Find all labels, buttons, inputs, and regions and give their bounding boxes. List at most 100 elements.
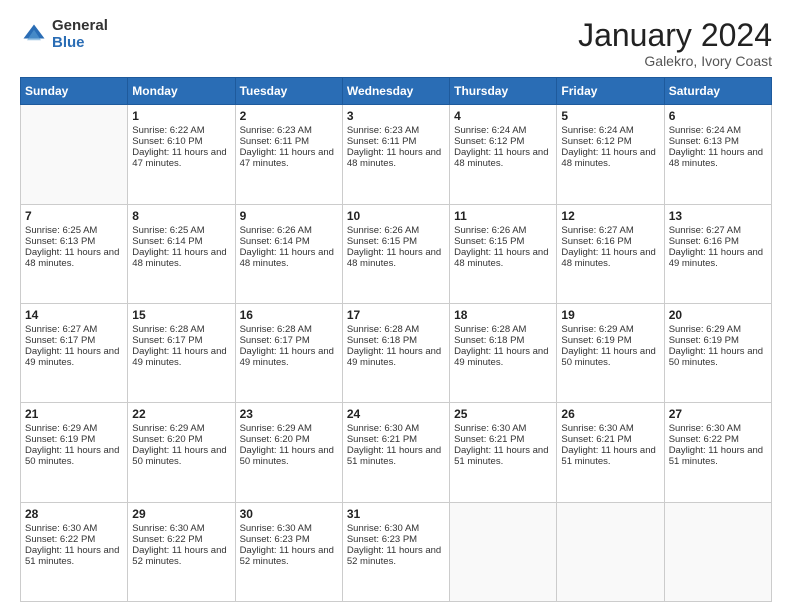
sunrise-text: Sunrise: 6:25 AM (132, 225, 230, 236)
sunrise-text: Sunrise: 6:29 AM (669, 324, 767, 335)
sunset-text: Sunset: 6:19 PM (25, 434, 123, 445)
sunrise-text: Sunrise: 6:24 AM (669, 125, 767, 136)
sunrise-text: Sunrise: 6:30 AM (347, 523, 445, 534)
sunrise-text: Sunrise: 6:28 AM (132, 324, 230, 335)
table-row: 11Sunrise: 6:26 AMSunset: 6:15 PMDayligh… (450, 204, 557, 303)
day-number: 19 (561, 308, 659, 322)
sunset-text: Sunset: 6:14 PM (240, 236, 338, 247)
calendar-week-3: 14Sunrise: 6:27 AMSunset: 6:17 PMDayligh… (21, 303, 772, 402)
sunrise-text: Sunrise: 6:27 AM (25, 324, 123, 335)
daylight-text: Daylight: 11 hours and 48 minutes. (669, 147, 767, 169)
daylight-text: Daylight: 11 hours and 48 minutes. (25, 247, 123, 269)
sunset-text: Sunset: 6:15 PM (454, 236, 552, 247)
sunrise-text: Sunrise: 6:30 AM (454, 423, 552, 434)
day-number: 14 (25, 308, 123, 322)
sunset-text: Sunset: 6:17 PM (240, 335, 338, 346)
daylight-text: Daylight: 11 hours and 48 minutes. (347, 147, 445, 169)
table-row: 16Sunrise: 6:28 AMSunset: 6:17 PMDayligh… (235, 303, 342, 402)
day-number: 29 (132, 507, 230, 521)
table-row: 3Sunrise: 6:23 AMSunset: 6:11 PMDaylight… (342, 105, 449, 204)
day-number: 20 (669, 308, 767, 322)
table-row: 2Sunrise: 6:23 AMSunset: 6:11 PMDaylight… (235, 105, 342, 204)
daylight-text: Daylight: 11 hours and 50 minutes. (240, 445, 338, 467)
table-row: 14 Sunrise: 6:27 AMSunset: 6:17 PMDayligh… (21, 303, 128, 402)
table-row: 24Sunrise: 6:30 AMSunset: 6:21 PMDayligh… (342, 403, 449, 502)
logo-icon (20, 21, 48, 49)
sunrise-text: Sunrise: 6:30 AM (561, 423, 659, 434)
sunset-text: Sunset: 6:14 PM (132, 236, 230, 247)
col-saturday: Saturday (664, 78, 771, 105)
sunset-text: Sunset: 6:18 PM (347, 335, 445, 346)
sunset-text: Sunset: 6:19 PM (561, 335, 659, 346)
daylight-text: Daylight: 11 hours and 48 minutes. (561, 147, 659, 169)
table-row (664, 502, 771, 601)
sunrise-text: Sunrise: 6:27 AM (561, 225, 659, 236)
day-number: 4 (454, 109, 552, 123)
sunset-text: Sunset: 6:21 PM (347, 434, 445, 445)
day-number: 11 (454, 209, 552, 223)
daylight-text: Daylight: 11 hours and 50 minutes. (669, 346, 767, 368)
daylight-text: Daylight: 11 hours and 48 minutes. (347, 247, 445, 269)
table-row: 25Sunrise: 6:30 AMSunset: 6:21 PMDayligh… (450, 403, 557, 502)
day-number: 3 (347, 109, 445, 123)
sunrise-text: Sunrise: 6:23 AM (347, 125, 445, 136)
day-number: 31 (347, 507, 445, 521)
sunset-text: Sunset: 6:12 PM (561, 136, 659, 147)
col-tuesday: Tuesday (235, 78, 342, 105)
calendar-week-1: 1Sunrise: 6:22 AMSunset: 6:10 PMDaylight… (21, 105, 772, 204)
table-row: 17 Sunrise: 6:28 AMSunset: 6:18 PMDayligh… (342, 303, 449, 402)
table-row: 28Sunrise: 6:30 AMSunset: 6:22 PMDayligh… (21, 502, 128, 601)
table-row: 5Sunrise: 6:24 AMSunset: 6:12 PMDaylight… (557, 105, 664, 204)
col-thursday: Thursday (450, 78, 557, 105)
daylight-text: Daylight: 11 hours and 52 minutes. (132, 545, 230, 567)
sunrise-text: Sunrise: 6:30 AM (132, 523, 230, 534)
table-row: 4Sunrise: 6:24 AMSunset: 6:12 PMDaylight… (450, 105, 557, 204)
daylight-text: Daylight: 11 hours and 52 minutes. (240, 545, 338, 567)
sunset-text: Sunset: 6:22 PM (25, 534, 123, 545)
sunset-text: Sunset: 6:21 PM (454, 434, 552, 445)
table-row: 21Sunrise: 6:29 AMSunset: 6:19 PMDayligh… (21, 403, 128, 502)
col-wednesday: Wednesday (342, 78, 449, 105)
sunrise-text: Sunrise: 6:29 AM (132, 423, 230, 434)
title-block: January 2024 Galekro, Ivory Coast (578, 18, 772, 69)
day-number: 24 (347, 407, 445, 421)
header: General Blue January 2024 Galekro, Ivory… (20, 18, 772, 69)
sunrise-text: Sunrise: 6:29 AM (561, 324, 659, 335)
sunrise-text: Sunrise: 6:28 AM (240, 324, 338, 335)
table-row: 26Sunrise: 6:30 AMSunset: 6:21 PMDayligh… (557, 403, 664, 502)
sunrise-text: Sunrise: 6:29 AM (240, 423, 338, 434)
sunset-text: Sunset: 6:18 PM (454, 335, 552, 346)
table-row: 29Sunrise: 6:30 AMSunset: 6:22 PMDayligh… (128, 502, 235, 601)
title-month: January 2024 (578, 18, 772, 53)
daylight-text: Daylight: 11 hours and 51 minutes. (561, 445, 659, 467)
sunset-text: Sunset: 6:21 PM (561, 434, 659, 445)
daylight-text: Daylight: 11 hours and 50 minutes. (561, 346, 659, 368)
day-number: 9 (240, 209, 338, 223)
day-number: 2 (240, 109, 338, 123)
daylight-text: Daylight: 11 hours and 48 minutes. (454, 247, 552, 269)
table-row (450, 502, 557, 601)
sunrise-text: Sunrise: 6:24 AM (561, 125, 659, 136)
day-number: 23 (240, 407, 338, 421)
daylight-text: Daylight: 11 hours and 51 minutes. (669, 445, 767, 467)
daylight-text: Daylight: 11 hours and 51 minutes. (454, 445, 552, 467)
day-number: 10 (347, 209, 445, 223)
day-number: 18 (454, 308, 552, 322)
table-row (21, 105, 128, 204)
sunset-text: Sunset: 6:15 PM (347, 236, 445, 247)
table-row: 23Sunrise: 6:29 AMSunset: 6:20 PMDayligh… (235, 403, 342, 502)
sunset-text: Sunset: 6:19 PM (669, 335, 767, 346)
daylight-text: Daylight: 11 hours and 49 minutes. (347, 346, 445, 368)
sunset-text: Sunset: 6:11 PM (240, 136, 338, 147)
daylight-text: Daylight: 11 hours and 49 minutes. (669, 247, 767, 269)
sunrise-text: Sunrise: 6:28 AM (347, 324, 445, 335)
sunrise-text: Sunrise: 6:26 AM (240, 225, 338, 236)
table-row: 15Sunrise: 6:28 AMSunset: 6:17 PMDayligh… (128, 303, 235, 402)
day-number: 17 (347, 308, 445, 322)
sunrise-text: Sunrise: 6:22 AM (132, 125, 230, 136)
sunset-text: Sunset: 6:17 PM (25, 335, 123, 346)
table-row (557, 502, 664, 601)
daylight-text: Daylight: 11 hours and 49 minutes. (25, 346, 123, 368)
table-row: 9Sunrise: 6:26 AMSunset: 6:14 PMDaylight… (235, 204, 342, 303)
table-row: 18Sunrise: 6:28 AMSunset: 6:18 PMDayligh… (450, 303, 557, 402)
